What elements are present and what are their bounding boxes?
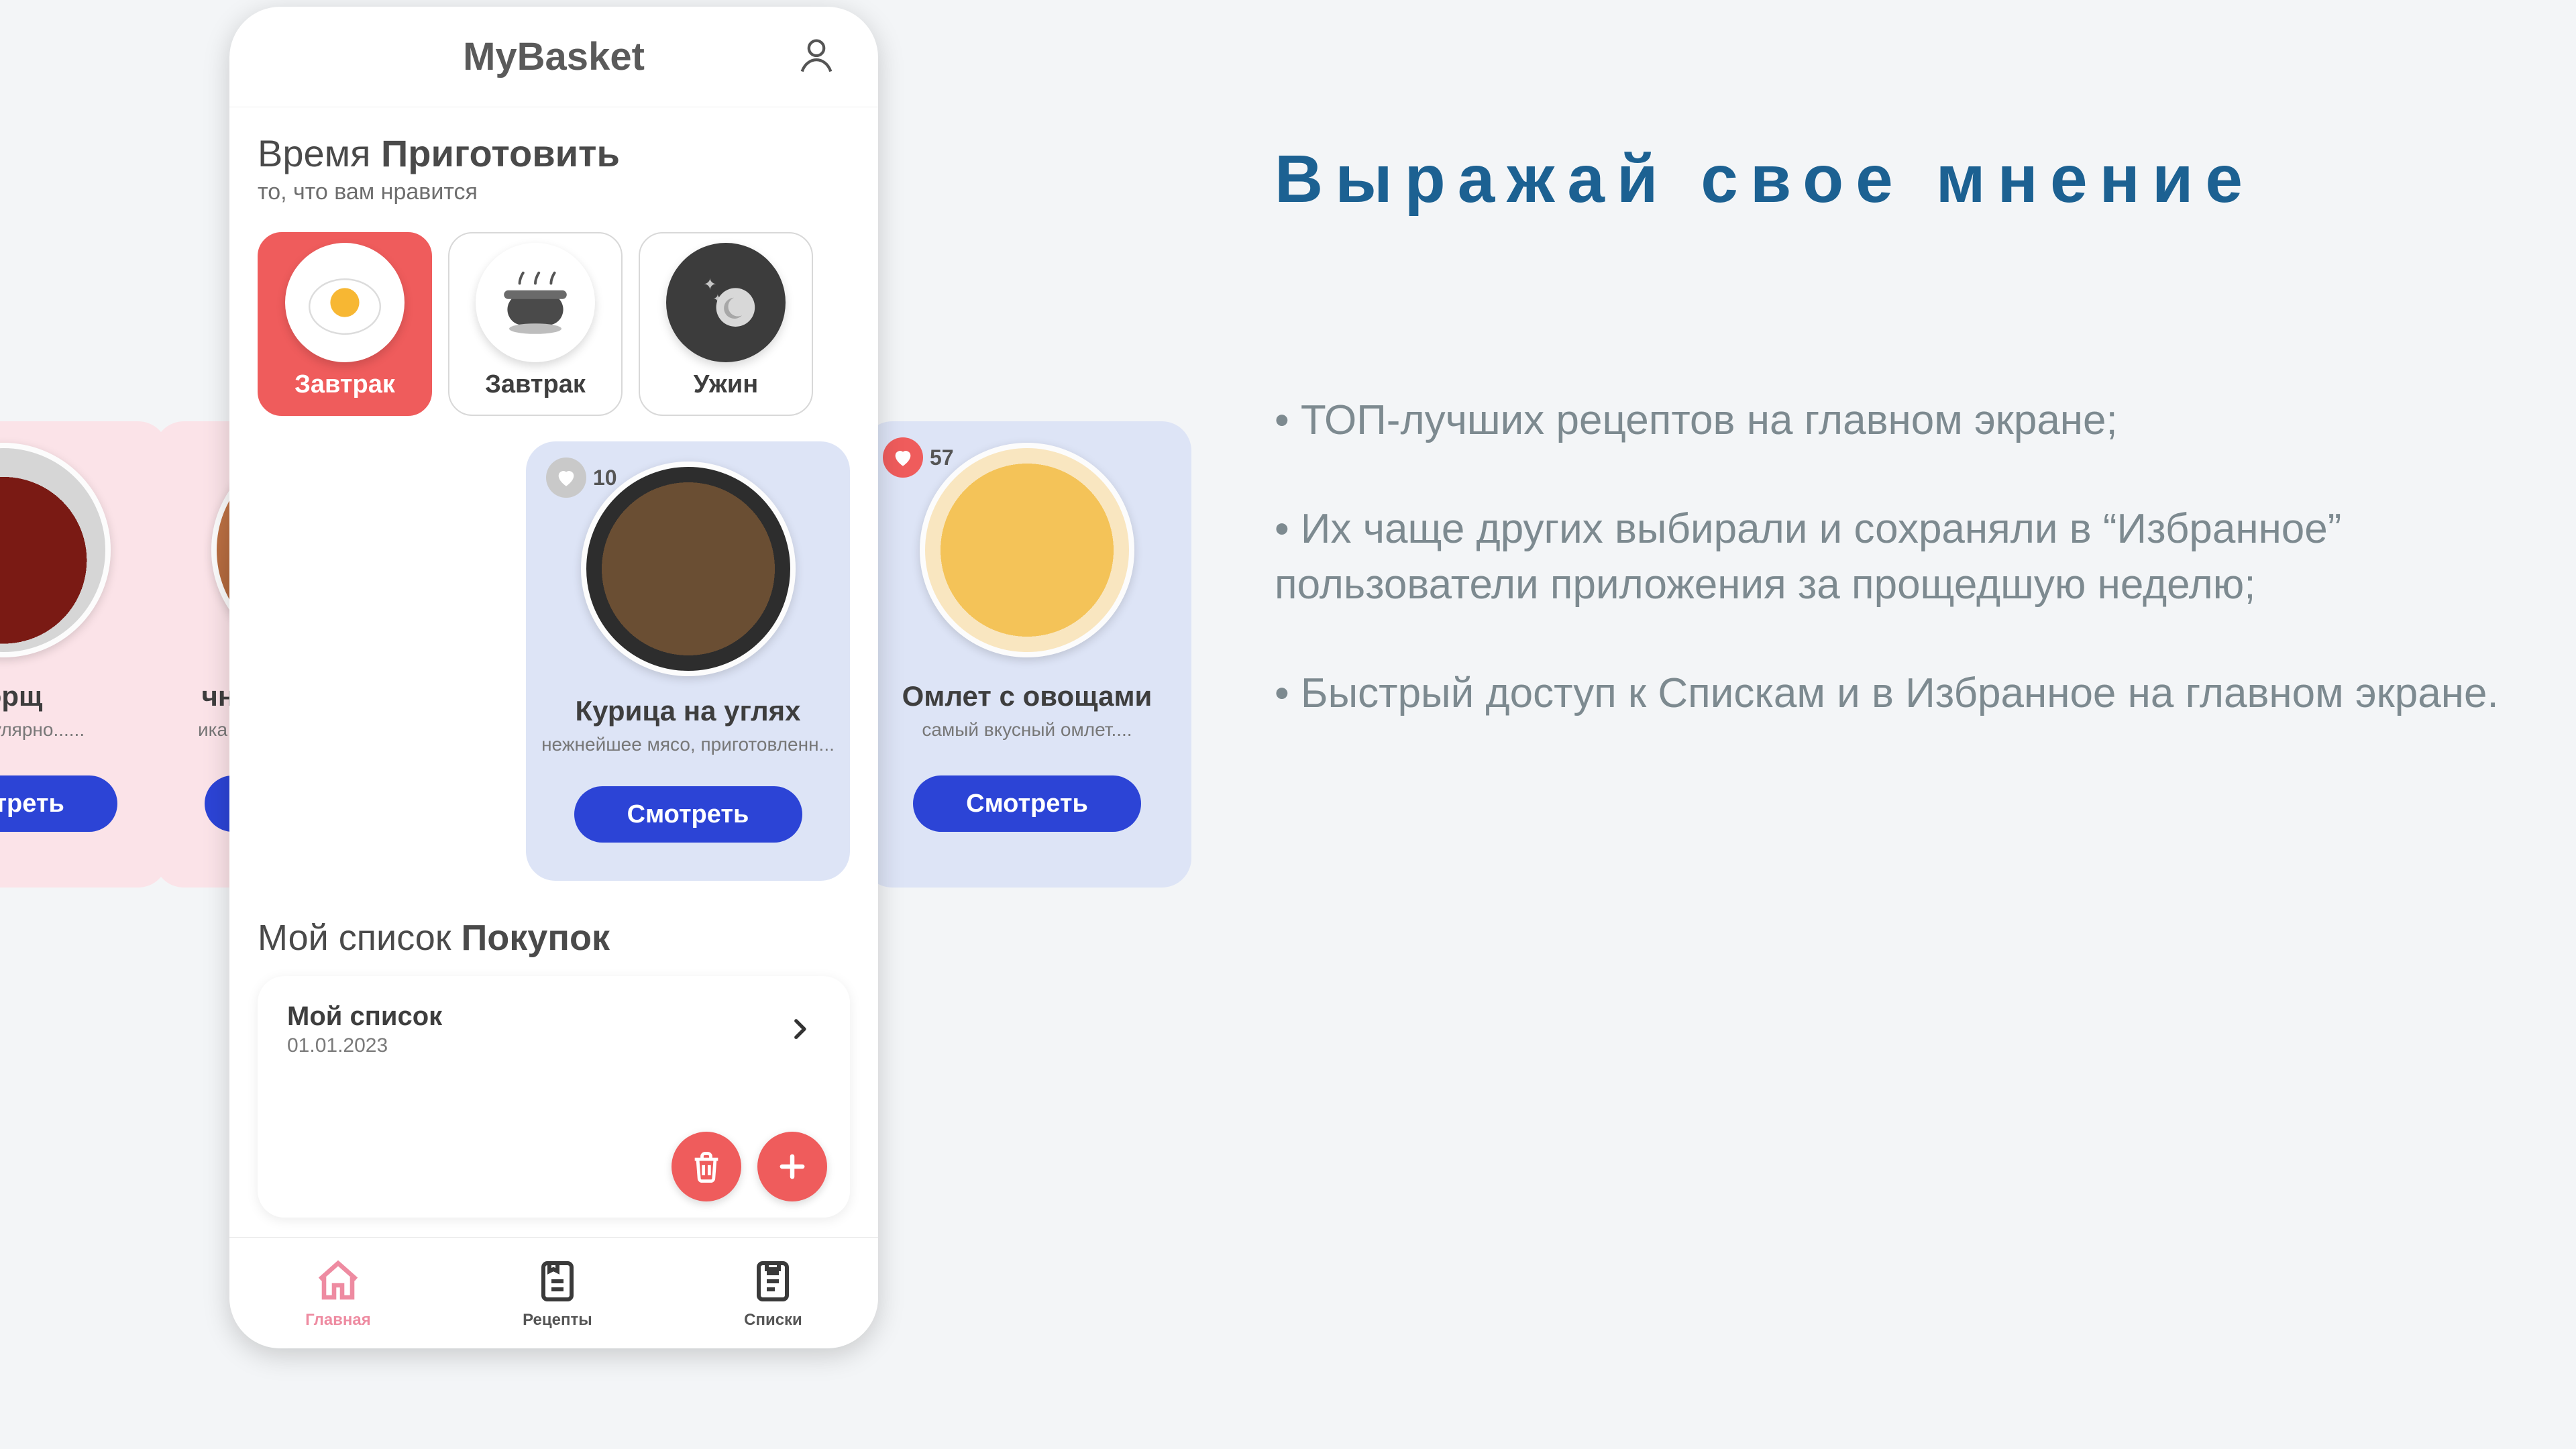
chevron-right-icon xyxy=(786,1015,814,1046)
meal-chip-label: Ужин xyxy=(694,370,758,399)
meal-chip-breakfast-active[interactable]: Завтрак xyxy=(258,232,432,416)
phone-frame: MyBasket Время Приготовить то, что вам н… xyxy=(229,7,878,1348)
recipe-title: Омлет с овощами xyxy=(877,680,1177,712)
delete-list-button[interactable] xyxy=(672,1132,741,1201)
watch-button[interactable]: Смотреть xyxy=(913,775,1141,832)
shopping-list-title: Мой список xyxy=(287,1002,820,1032)
add-list-button[interactable] xyxy=(757,1132,827,1201)
time-to-cook-heading: Время Приготовить то, что вам нравится xyxy=(229,107,878,221)
nav-label: Рецепты xyxy=(523,1311,592,1330)
recipe-photo xyxy=(0,443,111,657)
nav-home[interactable]: Главная xyxy=(305,1257,371,1330)
meal-chip-breakfast[interactable]: Завтрак xyxy=(448,232,623,416)
recipe-desc: самый вкусный омлет.... xyxy=(877,719,1177,746)
likes-count: 57 xyxy=(930,445,954,470)
pot-icon xyxy=(476,243,595,362)
nav-label: Списки xyxy=(744,1311,802,1330)
meal-chips-row: Завтрак Завтрак ✦ ✦ xyxy=(229,221,878,423)
recipe-desc: мое популярно...... xyxy=(0,719,153,746)
recipe-desc: нежнейшее мясо, приготовленн... xyxy=(541,734,835,761)
recipe-title: Борщ xyxy=(0,680,153,712)
home-icon xyxy=(314,1257,362,1305)
meal-chip-dinner[interactable]: ✦ ✦ Ужин xyxy=(639,232,813,416)
svg-text:✦: ✦ xyxy=(703,276,716,294)
moon-plate-icon: ✦ ✦ xyxy=(666,243,786,362)
heading-sub: то, что вам нравится xyxy=(258,179,850,205)
nav-lists[interactable]: Списки xyxy=(744,1257,802,1330)
watch-button[interactable]: Смотреть xyxy=(0,775,117,832)
lists-icon xyxy=(749,1257,797,1305)
recipes-row[interactable]: 10 Курица на углях нежнейшее мясо, приго… xyxy=(229,423,878,881)
app-header: MyBasket xyxy=(229,7,878,107)
watch-button[interactable]: Смотреть xyxy=(574,786,802,843)
marketing-bullet-3: • Быстрый доступ к Спискам и в Избранное… xyxy=(1275,665,2536,722)
marketing-title: Выражай свое мнение xyxy=(1275,141,2536,218)
recipe-title: Курица на углях xyxy=(575,695,800,727)
heart-icon[interactable] xyxy=(883,437,923,478)
shopping-section: Мой список Покупок Мой список 01.01.2023 xyxy=(229,881,878,1218)
shopping-list-card[interactable]: Мой список 01.01.2023 xyxy=(258,976,850,1218)
recipe-card-chicken[interactable]: 10 Курица на углях нежнейшее мясо, приго… xyxy=(526,441,850,881)
recipes-icon xyxy=(533,1257,582,1305)
nav-label: Главная xyxy=(305,1311,371,1330)
recipe-card-borsch[interactable]: Борщ мое популярно...... Смотреть xyxy=(0,421,168,888)
marketing-bullets: • ТОП-лучших рецептов на главном экране;… xyxy=(1275,392,2536,722)
marketing-bullet-2: • Их чаще других выбирали и сохраняли в … xyxy=(1275,501,2536,613)
fried-egg-icon xyxy=(285,243,405,362)
marketing-panel: Выражай свое мнение • ТОП-лучших рецепто… xyxy=(1275,141,2536,774)
heading-bold: Приготовить xyxy=(381,132,620,174)
heart-icon[interactable] xyxy=(546,458,586,498)
trash-icon xyxy=(689,1149,724,1184)
profile-icon[interactable] xyxy=(795,34,838,80)
marketing-bullet-1: • ТОП-лучших рецептов на главном экране; xyxy=(1275,392,2536,449)
app-title: MyBasket xyxy=(463,34,645,79)
shopping-heading-light: Мой список xyxy=(258,918,451,958)
heading-light: Время xyxy=(258,132,370,174)
meal-chip-label: Завтрак xyxy=(294,370,395,399)
bottom-nav: Главная Рецепты Списки xyxy=(229,1237,878,1348)
nav-recipes[interactable]: Рецепты xyxy=(523,1257,592,1330)
shopping-list-date: 01.01.2023 xyxy=(287,1034,820,1057)
recipe-card-omelet[interactable]: 57 Омлет с овощами самый вкусный омлет..… xyxy=(863,421,1191,888)
likes-count: 10 xyxy=(593,466,617,490)
plus-icon xyxy=(775,1149,810,1184)
shopping-heading-bold: Покупок xyxy=(461,918,609,958)
meal-chip-label: Завтрак xyxy=(485,370,586,399)
